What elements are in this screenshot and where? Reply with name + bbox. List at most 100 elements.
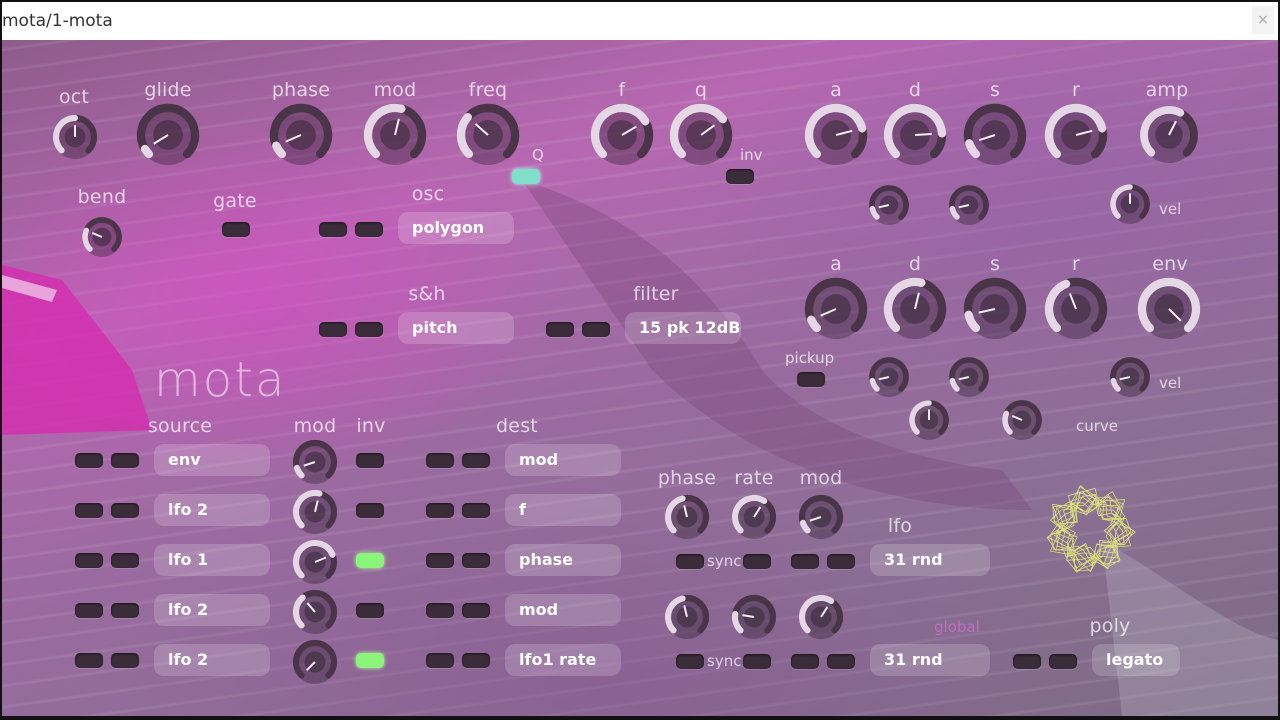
env-a-knob[interactable] xyxy=(803,276,869,342)
bend-knob[interactable] xyxy=(79,214,125,260)
osc-select[interactable]: polygon xyxy=(398,212,514,244)
matrix-mod-knob[interactable] xyxy=(290,637,340,687)
poly-select[interactable]: legato xyxy=(1092,644,1180,676)
sh-next-toggle[interactable] xyxy=(355,322,383,337)
amp-a-mod-knob[interactable] xyxy=(866,182,912,228)
source-next-toggle[interactable] xyxy=(111,503,139,518)
vel-1-knob[interactable] xyxy=(1107,181,1153,227)
sh-select[interactable]: pitch xyxy=(398,312,514,344)
close-icon[interactable]: × xyxy=(1252,6,1274,34)
dest-select[interactable]: mod xyxy=(505,444,621,476)
source-select[interactable]: lfo 1 xyxy=(154,544,270,576)
mod-knob[interactable] xyxy=(362,102,428,168)
matrix-mod-knob[interactable] xyxy=(290,587,340,637)
phase-knob[interactable] xyxy=(268,102,334,168)
dest-next-toggle[interactable] xyxy=(462,453,490,468)
source-prev-toggle[interactable] xyxy=(75,653,103,668)
matrix-inv-toggle[interactable] xyxy=(356,603,384,618)
source-select[interactable]: env xyxy=(154,444,270,476)
lfo1-rate-knob[interactable] xyxy=(729,492,779,542)
osc-next-toggle[interactable] xyxy=(355,222,383,237)
dest-next-toggle[interactable] xyxy=(462,603,490,618)
oct-knob[interactable] xyxy=(50,112,100,162)
source-prev-toggle[interactable] xyxy=(75,553,103,568)
env-amount-knob[interactable] xyxy=(1136,276,1202,342)
amp-s-knob[interactable] xyxy=(962,102,1028,168)
dest-prev-toggle[interactable] xyxy=(426,503,454,518)
lfo2-prev-toggle[interactable] xyxy=(791,654,819,669)
dest-next-toggle[interactable] xyxy=(462,553,490,568)
matrix-mod-knob[interactable] xyxy=(290,437,340,487)
lfo1-phase-knob[interactable] xyxy=(662,492,712,542)
amp-d-mod-knob[interactable] xyxy=(946,182,992,228)
amp-d-knob[interactable] xyxy=(882,102,948,168)
poly-next-toggle[interactable] xyxy=(1049,654,1077,669)
source-next-toggle[interactable] xyxy=(111,653,139,668)
matrix-mod-knob[interactable] xyxy=(290,487,340,537)
source-next-toggle[interactable] xyxy=(111,603,139,618)
env-s-knob[interactable] xyxy=(962,276,1028,342)
label-oct: oct xyxy=(58,86,90,108)
dest-prev-toggle[interactable] xyxy=(426,603,454,618)
dest-select[interactable]: f xyxy=(505,494,621,526)
sh-prev-toggle[interactable] xyxy=(319,322,347,337)
pickup-toggle[interactable] xyxy=(797,372,825,387)
lfo2-sync-b-toggle[interactable] xyxy=(743,654,771,669)
poly-prev-toggle[interactable] xyxy=(1013,654,1041,669)
lfo2-mod-knob[interactable] xyxy=(796,592,846,642)
dest-select[interactable]: phase xyxy=(505,544,621,576)
env-r-knob[interactable] xyxy=(1043,276,1109,342)
filter-inv-toggle[interactable] xyxy=(726,169,754,184)
lfo2-phase-knob[interactable] xyxy=(662,592,712,642)
lfo1-next-toggle[interactable] xyxy=(827,554,855,569)
lfo2-next-toggle[interactable] xyxy=(827,654,855,669)
matrix-inv-toggle[interactable] xyxy=(356,453,384,468)
dest-select[interactable]: lfo1 rate xyxy=(505,644,621,676)
source-next-toggle[interactable] xyxy=(111,453,139,468)
dest-next-toggle[interactable] xyxy=(462,503,490,518)
lfo1-sync-toggle[interactable] xyxy=(676,554,704,569)
dest-prev-toggle[interactable] xyxy=(426,653,454,668)
source-select[interactable]: lfo 2 xyxy=(154,644,270,676)
filter-select[interactable]: 15 pk 12dB xyxy=(625,312,741,344)
curve-2-knob[interactable] xyxy=(999,397,1045,443)
dest-prev-toggle[interactable] xyxy=(426,553,454,568)
freq-knob[interactable] xyxy=(455,102,521,168)
lfo2-sync-toggle[interactable] xyxy=(676,654,704,669)
filter-prev-toggle[interactable] xyxy=(546,322,574,337)
glide-knob[interactable] xyxy=(135,102,201,168)
lfo1-sync-b-toggle[interactable] xyxy=(743,554,771,569)
lfo2-select[interactable]: 31 rnd xyxy=(870,644,990,676)
lfo1-mod-knob[interactable] xyxy=(796,492,846,542)
matrix-mod-knob[interactable] xyxy=(290,537,340,587)
lfo1-select[interactable]: 31 rnd xyxy=(870,544,990,576)
vel-2-knob[interactable] xyxy=(1107,354,1153,400)
amp-r-knob[interactable] xyxy=(1043,102,1109,168)
env-d-knob[interactable] xyxy=(882,276,948,342)
source-prev-toggle[interactable] xyxy=(75,603,103,618)
curve-1-knob[interactable] xyxy=(906,397,952,443)
f-knob[interactable] xyxy=(589,102,655,168)
source-prev-toggle[interactable] xyxy=(75,503,103,518)
q-toggle[interactable] xyxy=(512,169,540,184)
source-prev-toggle[interactable] xyxy=(75,453,103,468)
dest-next-toggle[interactable] xyxy=(462,653,490,668)
dest-select[interactable]: mod xyxy=(505,594,621,626)
amp-knob[interactable] xyxy=(1138,104,1200,166)
source-next-toggle[interactable] xyxy=(111,553,139,568)
gate-toggle[interactable] xyxy=(222,222,250,237)
env-d-mod-knob[interactable] xyxy=(946,354,992,400)
amp-a-knob[interactable] xyxy=(803,102,869,168)
matrix-inv-toggle[interactable] xyxy=(356,553,384,568)
env-a-mod-knob[interactable] xyxy=(866,354,912,400)
matrix-inv-toggle[interactable] xyxy=(356,503,384,518)
dest-prev-toggle[interactable] xyxy=(426,453,454,468)
matrix-inv-toggle[interactable] xyxy=(356,653,384,668)
filter-next-toggle[interactable] xyxy=(582,322,610,337)
q-knob[interactable] xyxy=(668,102,734,168)
lfo2-rate-knob[interactable] xyxy=(729,592,779,642)
source-select[interactable]: lfo 2 xyxy=(154,594,270,626)
osc-prev-toggle[interactable] xyxy=(319,222,347,237)
source-select[interactable]: lfo 2 xyxy=(154,494,270,526)
lfo1-prev-toggle[interactable] xyxy=(791,554,819,569)
